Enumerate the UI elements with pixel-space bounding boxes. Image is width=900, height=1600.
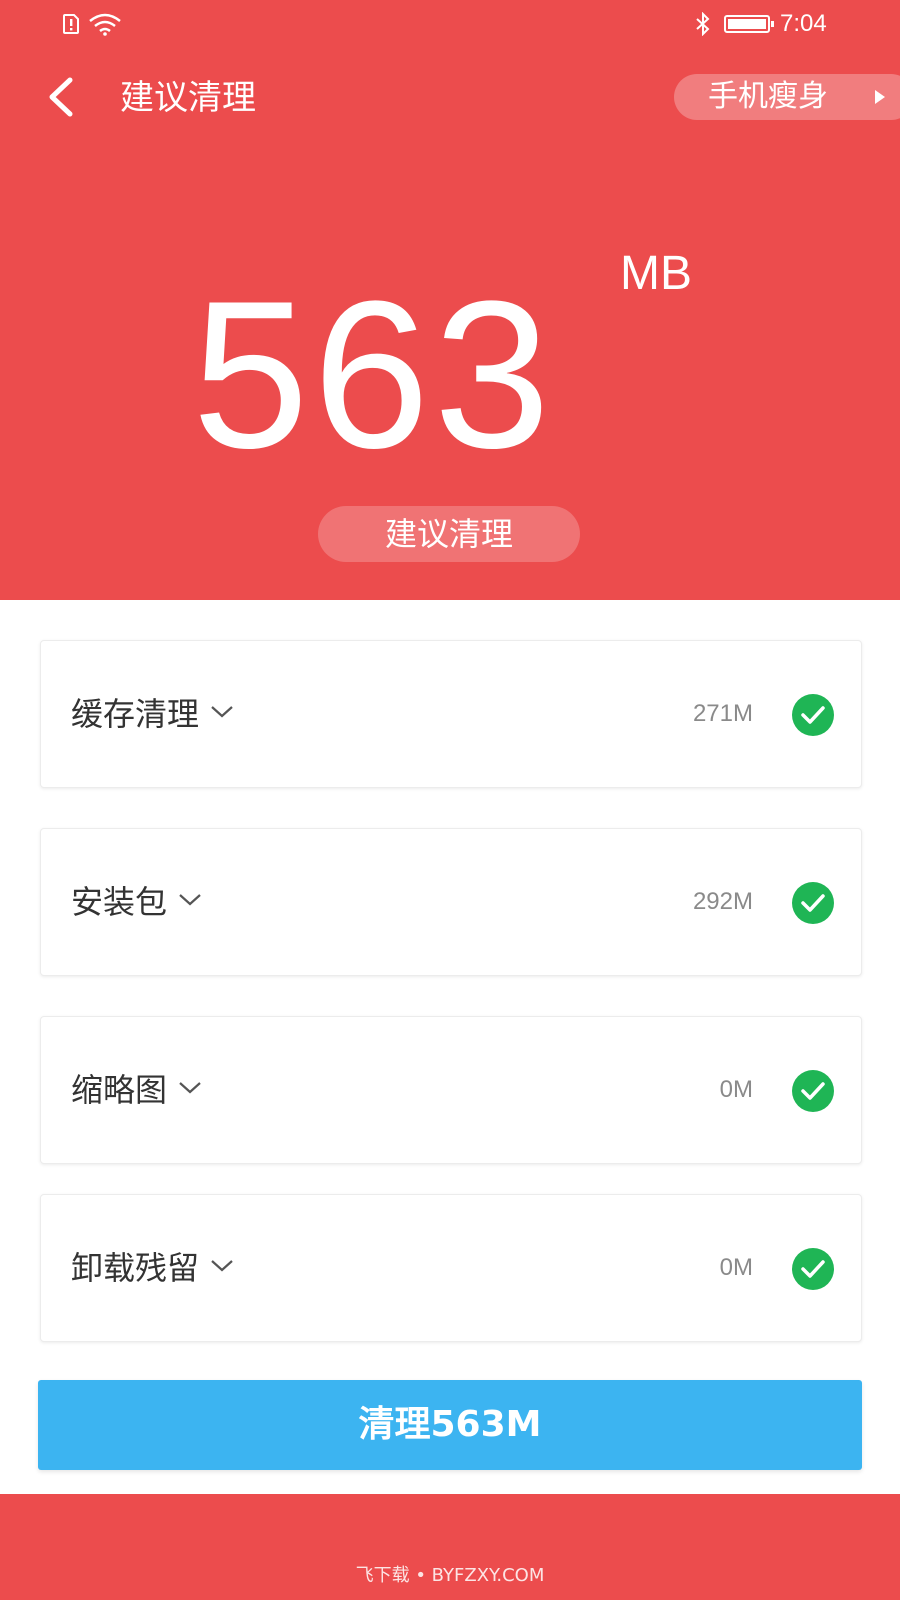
category-size: 0M bbox=[719, 1254, 753, 1281]
category-name: 缓存清理 bbox=[71, 695, 200, 733]
check-circle-icon[interactable] bbox=[791, 693, 835, 737]
category-label[interactable]: 安装包 bbox=[71, 879, 203, 925]
triangle-right-icon bbox=[875, 90, 885, 104]
battery-icon bbox=[724, 15, 774, 33]
category-label[interactable]: 卸载残留 bbox=[71, 1245, 235, 1291]
header-area: 7:04 建议清理 手机瘦身 563 MB 建议清理 bbox=[0, 0, 900, 600]
category-size: 292M bbox=[692, 888, 753, 915]
category-label[interactable]: 缓存清理 bbox=[71, 691, 235, 737]
page-title: 建议清理 bbox=[120, 78, 256, 118]
chevron-down-icon bbox=[211, 1260, 233, 1272]
chevron-down-icon bbox=[211, 706, 233, 718]
chevron-down-icon bbox=[179, 1082, 201, 1094]
back-icon[interactable] bbox=[40, 72, 84, 122]
watermark-text: 飞下载 • BYFZXY.COM bbox=[355, 1565, 545, 1586]
status-time: 7:04 bbox=[780, 10, 827, 37]
suggestion-badge: 建议清理 bbox=[318, 506, 580, 562]
chevron-down-icon bbox=[179, 894, 201, 906]
sim-alert-icon bbox=[63, 14, 79, 34]
phone-slim-label: 手机瘦身 bbox=[708, 79, 828, 114]
clean-button[interactable]: 清理563M bbox=[38, 1380, 862, 1470]
category-card-apk[interactable]: 安装包 292M bbox=[40, 828, 862, 976]
status-bar: 7:04 bbox=[0, 0, 900, 48]
category-size: 0M bbox=[719, 1076, 753, 1103]
check-circle-icon[interactable] bbox=[791, 1069, 835, 1113]
check-circle-icon[interactable] bbox=[791, 1247, 835, 1291]
category-name: 安装包 bbox=[71, 883, 168, 921]
junk-size-unit: MB bbox=[620, 247, 692, 300]
wifi-icon bbox=[89, 13, 121, 36]
category-size: 271M bbox=[692, 700, 753, 727]
category-name: 卸载残留 bbox=[71, 1249, 200, 1287]
category-card-residual[interactable]: 卸载残留 0M bbox=[40, 1194, 862, 1342]
category-label[interactable]: 缩略图 bbox=[71, 1067, 203, 1113]
bluetooth-icon bbox=[696, 12, 710, 36]
category-card-thumbnails[interactable]: 缩略图 0M bbox=[40, 1016, 862, 1164]
check-circle-icon[interactable] bbox=[791, 881, 835, 925]
category-card-cache[interactable]: 缓存清理 271M bbox=[40, 640, 862, 788]
category-name: 缩略图 bbox=[71, 1071, 168, 1109]
phone-slim-link[interactable]: 手机瘦身 bbox=[674, 74, 900, 120]
junk-size-value: 563 bbox=[192, 257, 555, 492]
